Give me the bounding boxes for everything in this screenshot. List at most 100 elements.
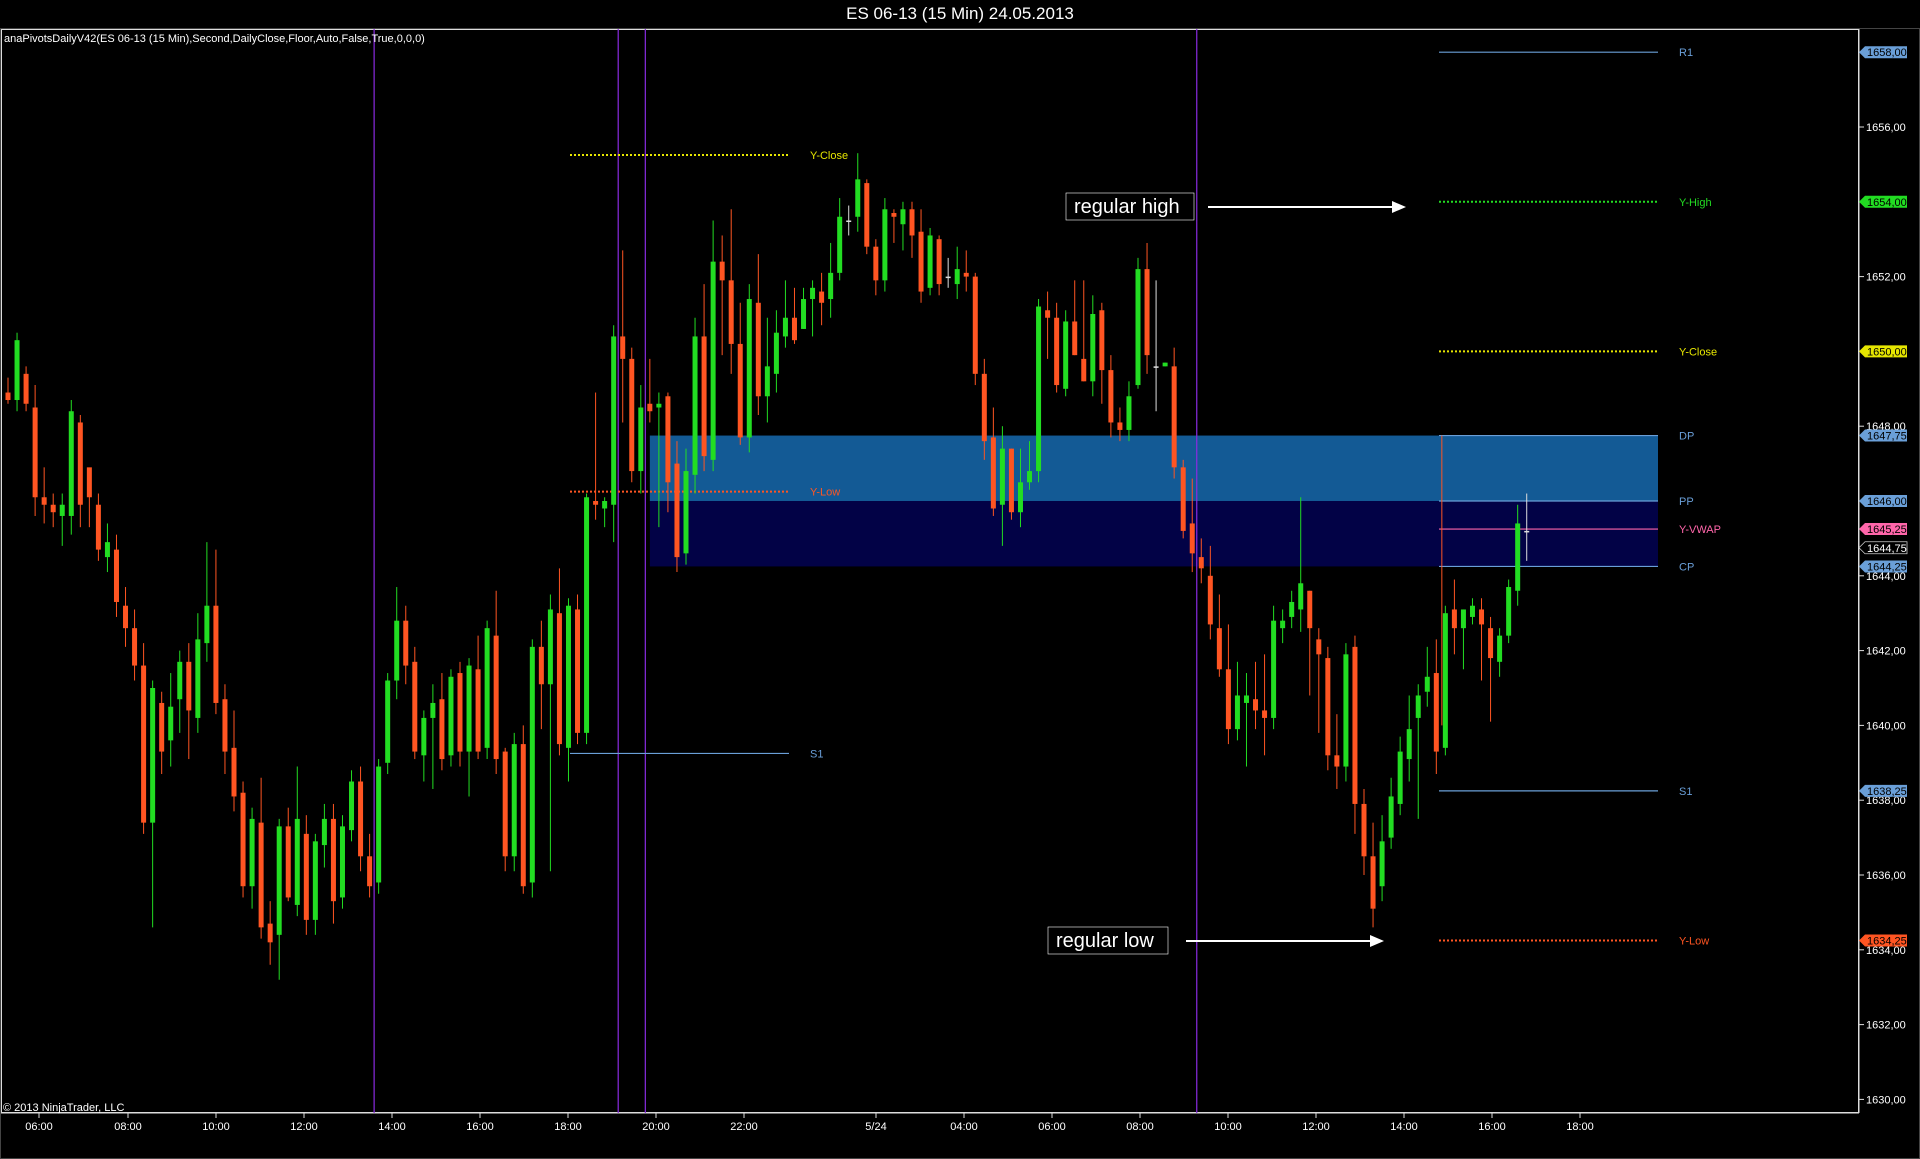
- candle-body-119: [1081, 358, 1087, 382]
- candle-body-147: [1334, 755, 1340, 767]
- candle-body-158: [1433, 673, 1439, 752]
- candle-body-112: [1017, 482, 1023, 513]
- candle-body-67: [611, 336, 617, 505]
- x-tick-label-13: 10:00: [1214, 1121, 1242, 1133]
- candle-body-59: [538, 646, 544, 685]
- candle-body-154: [1397, 751, 1403, 804]
- x-tick-label-4: 14:00: [378, 1121, 406, 1133]
- level-label-8: Y-VWAP: [1679, 524, 1721, 536]
- candle-body-60: [547, 609, 553, 685]
- candle-body-43: [394, 620, 400, 681]
- pivot-zone-1: [649, 501, 1658, 567]
- candle-body-104: [945, 276, 951, 279]
- candle-body-27: [249, 818, 255, 887]
- candle-body-57: [520, 744, 526, 887]
- price-tag-label-0: 1658,00: [1867, 47, 1907, 59]
- candle-body-78: [710, 261, 716, 460]
- x-tick-label-10: 04:00: [950, 1121, 978, 1133]
- candle-body-52: [475, 669, 481, 752]
- candle-body-161: [1460, 609, 1466, 629]
- candle-body-75: [683, 471, 689, 554]
- candle-body-13: [123, 605, 129, 629]
- candle-body-127: [1153, 366, 1159, 368]
- price-tag-label-4: 1646,00: [1867, 496, 1907, 508]
- candle-body-37: [339, 826, 345, 898]
- candle-body-12: [113, 549, 119, 602]
- candle-body-101: [918, 231, 924, 292]
- candle-body-168: [1524, 530, 1530, 533]
- candle-body-92: [837, 216, 843, 273]
- level-label-2: S1: [810, 748, 823, 760]
- candle-body-72: [656, 403, 662, 408]
- candle-body-96: [873, 246, 879, 281]
- candle-body-115: [1045, 310, 1051, 318]
- x-tick-label-14: 12:00: [1302, 1121, 1330, 1133]
- candle-body-90: [819, 291, 825, 303]
- candle-body-76: [692, 336, 698, 475]
- level-label-4: Y-High: [1679, 197, 1712, 209]
- x-tick-label-12: 08:00: [1126, 1121, 1154, 1133]
- candle-body-107: [972, 276, 978, 374]
- candle-body-34: [312, 841, 318, 920]
- x-tick-label-6: 18:00: [554, 1121, 582, 1133]
- candle-body-110: [999, 448, 1005, 505]
- candle-body-49: [448, 676, 454, 756]
- copyright-label: © 2013 NinjaTrader, LLC: [3, 1102, 124, 1114]
- candle-body-16: [150, 688, 156, 823]
- candle-body-100: [909, 209, 915, 236]
- candle-body-162: [1469, 605, 1475, 617]
- candle-body-5: [50, 504, 56, 513]
- candle-body-126: [1144, 269, 1150, 356]
- candle-body-138: [1253, 699, 1259, 711]
- candle-body-106: [963, 272, 969, 277]
- candle-body-70: [638, 407, 644, 472]
- candle-body-113: [1027, 471, 1033, 483]
- candle-body-56: [511, 744, 517, 857]
- candle-body-21: [195, 639, 201, 718]
- level-label-6: DP: [1679, 431, 1694, 443]
- candle-body-36: [330, 818, 336, 902]
- candle-body-84: [764, 366, 770, 397]
- candle-body-164: [1488, 628, 1494, 659]
- y-tick-label-2: 1652,00: [1866, 272, 1906, 284]
- candle-body-35: [321, 818, 327, 846]
- annotation-text-1: regular low: [1056, 930, 1154, 952]
- candlestick-chart[interactable]: Y-Close Y-Low S1 R1 Y-High Y-Close DP PP Y-VWAP C…: [0, 0, 1920, 1159]
- x-tick-label-15: 14:00: [1390, 1121, 1418, 1133]
- level-label-10: S1: [1679, 786, 1692, 798]
- price-tag-label-3: 1647,75: [1867, 431, 1907, 443]
- price-tag-label-6: 1644,75: [1867, 543, 1907, 555]
- candle-body-33: [303, 833, 309, 920]
- candle-body-128: [1162, 362, 1168, 367]
- candle-body-123: [1117, 422, 1123, 430]
- candle-body-146: [1325, 658, 1331, 756]
- candle-body-155: [1406, 729, 1412, 760]
- x-tick-label-16: 16:00: [1478, 1121, 1506, 1133]
- candle-body-39: [358, 781, 364, 857]
- price-tag-label-7: 1644,25: [1867, 561, 1907, 573]
- candle-body-85: [773, 332, 779, 374]
- candle-body-143: [1298, 583, 1304, 610]
- pivot-zone-0: [649, 435, 1658, 501]
- candle-body-23: [213, 605, 219, 703]
- annotation-text-0: regular high: [1074, 196, 1180, 218]
- candle-body-29: [267, 923, 273, 943]
- candle-body-98: [891, 213, 897, 217]
- candle-body-148: [1343, 654, 1349, 767]
- candle-body-135: [1225, 669, 1231, 730]
- candle-body-118: [1072, 321, 1078, 356]
- candle-body-122: [1108, 370, 1114, 423]
- candle-body-40: [367, 856, 373, 887]
- candle-body-93: [846, 220, 852, 222]
- candle-body-167: [1515, 523, 1521, 591]
- candle-body-66: [602, 501, 608, 509]
- candle-body-74: [674, 463, 680, 558]
- level-label-1: Y-Low: [810, 487, 840, 499]
- x-tick-label-2: 10:00: [202, 1121, 230, 1133]
- candle-body-63: [575, 609, 581, 733]
- candle-body-68: [620, 336, 626, 359]
- candle-body-125: [1135, 269, 1141, 386]
- candle-body-65: [593, 501, 599, 505]
- price-tag-label-2: 1650,00: [1867, 346, 1907, 358]
- candle-body-20: [186, 661, 192, 711]
